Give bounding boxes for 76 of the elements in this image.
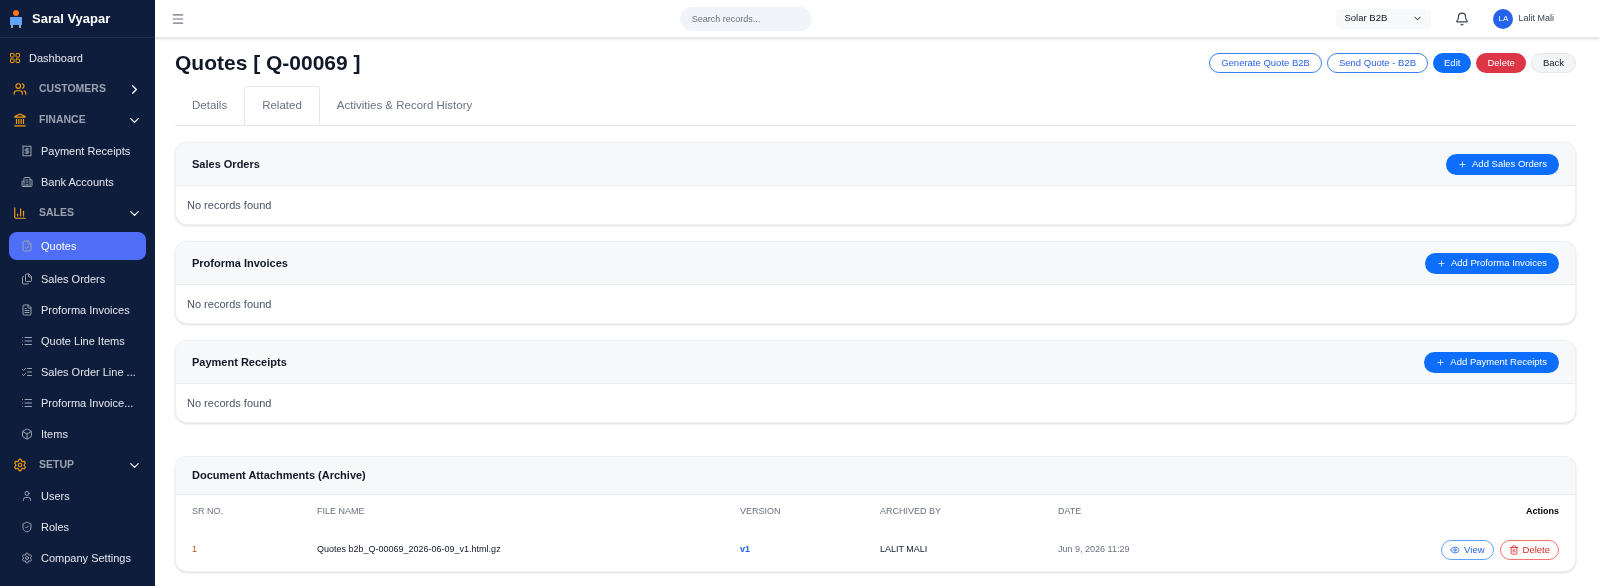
column-header: ARCHIVED BY [879, 505, 942, 519]
column-header: DATE [1057, 505, 1083, 519]
sidebar-section[interactable]: CUSTOMERS [9, 77, 146, 101]
user-icon [21, 490, 33, 502]
column-header: Actions [1525, 505, 1560, 519]
action-button[interactable]: Back [1530, 53, 1576, 73]
empty-message: No records found [187, 296, 272, 312]
action-button[interactable]: Send Quote - B2B [1326, 53, 1429, 73]
sidebar-item[interactable]: Sales Orders [9, 267, 146, 291]
action-button[interactable]: Generate Quote B2B [1209, 53, 1322, 73]
column-header: FILE NAME [316, 505, 366, 519]
list-icon [21, 335, 33, 347]
table-cell-text: LALIT MALI [879, 543, 929, 557]
document-icon [21, 304, 33, 316]
cube-icon [21, 428, 33, 440]
people-icon [13, 82, 27, 96]
app-name: Saral Vyapar [32, 9, 111, 28]
sidebar-item[interactable]: Bank Accounts [9, 170, 146, 194]
user-name: Lalit Mali [1518, 11, 1554, 25]
plus-icon [1436, 357, 1446, 367]
action-button[interactable]: Delete [1476, 53, 1526, 73]
card-title: Sales Orders [192, 156, 260, 172]
plus-icon [1436, 258, 1446, 268]
documents-icon [21, 273, 33, 285]
add-button[interactable]: Add Payment Receipts [1424, 351, 1559, 373]
plus-icon [1458, 159, 1467, 169]
sidebar-item[interactable]: Users [9, 484, 146, 508]
menu-icon[interactable] [171, 11, 185, 26]
tab[interactable]: Activities & Record History [319, 86, 490, 125]
column-header: SR NO. [191, 505, 224, 519]
column-header: VERSION [739, 505, 782, 519]
tab[interactable]: Details [175, 86, 245, 125]
empty-message: No records found [187, 197, 272, 213]
sidebar-section[interactable]: FINANCE [9, 108, 146, 132]
add-button[interactable]: Add Proforma Invoices [1424, 252, 1559, 274]
card-title: Proforma Invoices [192, 255, 288, 271]
user-avatar[interactable]: LA [1493, 8, 1514, 29]
sidebar-item[interactable]: Proforma Invoice... [9, 391, 146, 415]
sidebar-section[interactable]: SETUP [9, 453, 146, 477]
notification-bell-icon[interactable] [1455, 11, 1470, 26]
sidebar-item[interactable]: Company Settings [9, 546, 146, 570]
action-button[interactable]: Edit [1433, 53, 1472, 73]
eye-icon [1450, 545, 1461, 555]
list-icon [21, 397, 33, 409]
tab[interactable]: Related [244, 86, 320, 125]
trash-icon [1508, 545, 1519, 555]
document-icon [21, 240, 33, 252]
table-cell-text: v1 [739, 543, 751, 557]
bank-icon [13, 113, 27, 127]
building-icon [21, 176, 33, 188]
sidebar-item[interactable]: Proforma Invoices [9, 298, 146, 322]
checklist-icon [21, 366, 33, 378]
sidebar-item[interactable]: Quotes [9, 232, 146, 260]
sidebar-item[interactable]: Dashboard [9, 46, 146, 70]
card-title: Payment Receipts [192, 354, 287, 370]
table-cell-text: Jun 9, 2026 11:29 [1057, 543, 1131, 557]
search-field[interactable]: Search records... [679, 6, 812, 31]
empty-message: No records found [187, 395, 272, 411]
sidebar-item[interactable]: Sales Order Line ... [9, 360, 146, 384]
receipt-icon [21, 145, 33, 157]
sidebar-section[interactable]: SALES [9, 201, 146, 225]
table-cell-text: 1 [191, 543, 198, 557]
sidebar-item[interactable]: Roles [9, 515, 146, 539]
shield-icon [21, 521, 33, 533]
grid-icon [9, 52, 21, 64]
company-select[interactable]: Solar B2B [1336, 8, 1432, 29]
table-cell-text: Quotes b2b_Q-00069_2026-06-09_v1.html.gz [316, 543, 502, 557]
gear-icon [13, 458, 27, 472]
sidebar-item[interactable]: Quote Line Items [9, 329, 146, 353]
gear-icon [21, 552, 33, 564]
sidebar-item[interactable]: Items [9, 422, 146, 446]
bar-chart-icon [13, 206, 27, 220]
page-title: Quotes [ Q-00069 ] [175, 50, 361, 77]
card-title: Document Attachments (Archive) [192, 468, 366, 484]
sidebar-item[interactable]: Payment Receipts [9, 139, 146, 163]
add-button[interactable]: Add Sales Orders [1446, 153, 1559, 175]
